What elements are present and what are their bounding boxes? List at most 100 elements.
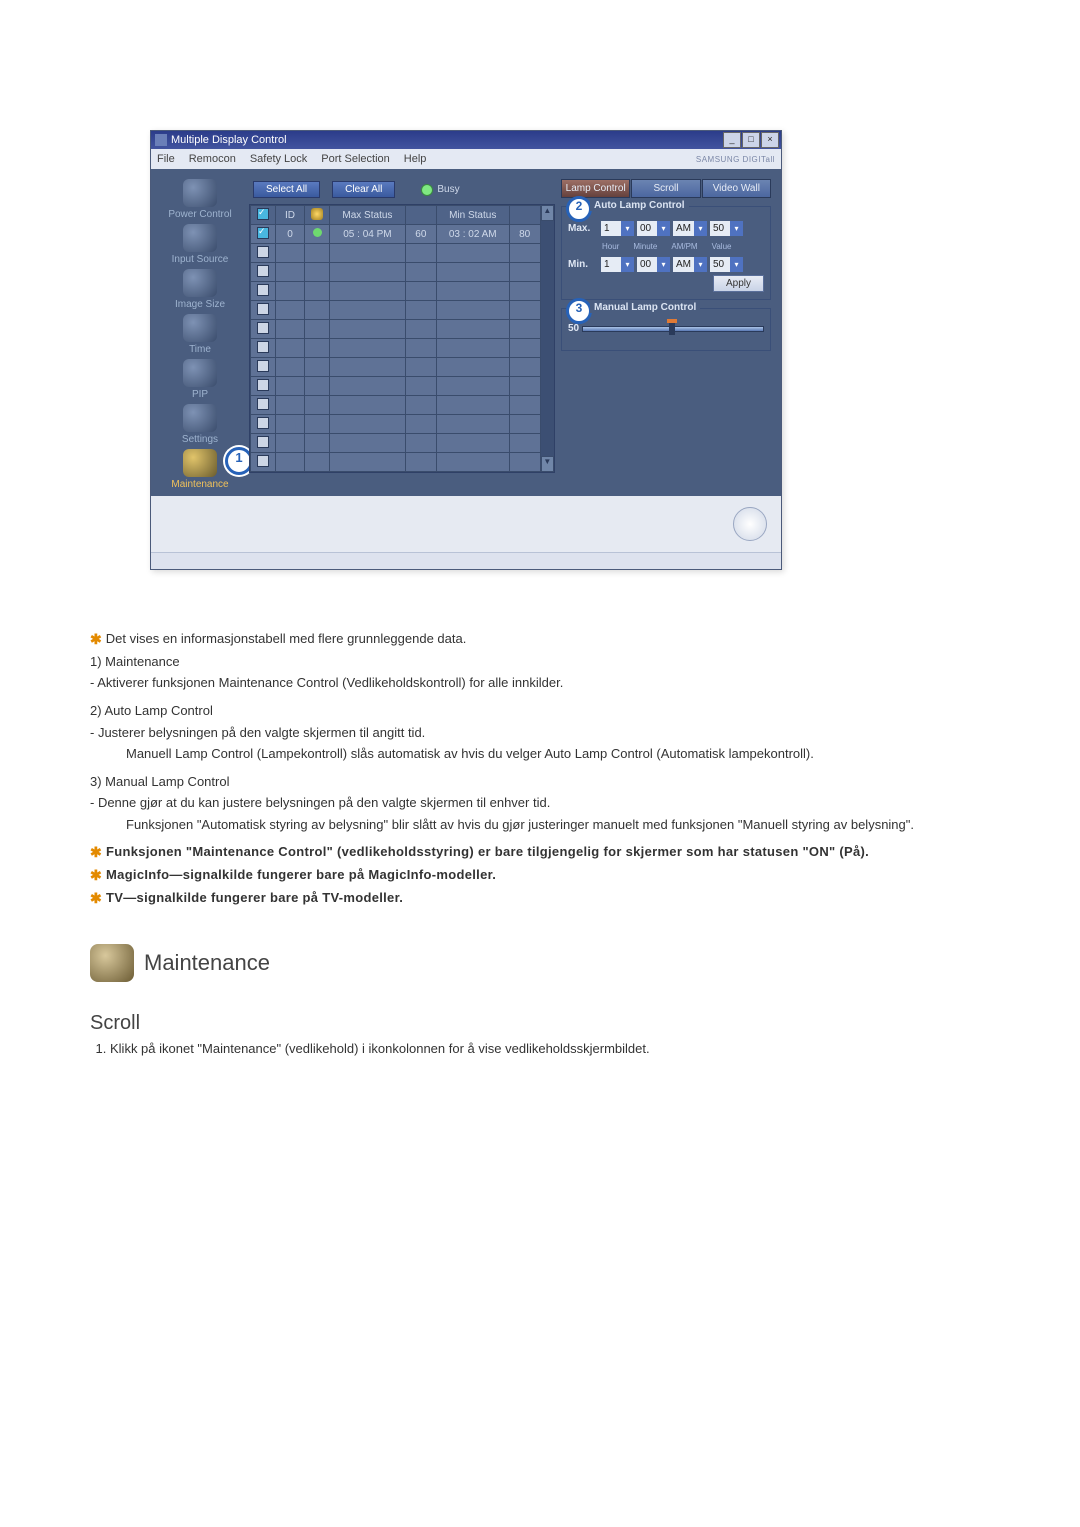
grid-row-empty xyxy=(251,377,541,396)
chevron-down-icon[interactable]: ▾ xyxy=(621,221,634,236)
manual-lamp-fieldset: 3 Manual Lamp Control 50 xyxy=(561,308,771,351)
chevron-down-icon[interactable]: ▾ xyxy=(657,257,670,272)
settings-icon xyxy=(183,404,217,432)
app-icon xyxy=(155,134,167,146)
callout-badge-3: 3 xyxy=(566,298,592,324)
row0-status-icon xyxy=(313,228,322,237)
callout-badge-2: 2 xyxy=(566,196,592,222)
chevron-down-icon[interactable]: ▾ xyxy=(694,221,707,236)
item1-title: 1) Maintenance xyxy=(90,653,990,671)
star-icon: ✱ xyxy=(90,630,102,649)
max-hour-select[interactable]: 1▾ xyxy=(601,221,634,236)
grid-row-empty xyxy=(251,301,541,320)
control-sublabels: HourMinuteAM/PMValue xyxy=(602,242,764,251)
item1-body: - Aktiverer funksjonen Maintenance Contr… xyxy=(90,674,990,692)
window-titlebar: Multiple Display Control _ □ × xyxy=(151,131,781,149)
display-grid: ID Max Status Min Status 0 05 : 04 PM xyxy=(249,204,555,473)
sidebar-item-power-control[interactable]: Power Control xyxy=(157,179,243,220)
input-icon xyxy=(183,224,217,252)
power-icon xyxy=(183,179,217,207)
maintenance-section-icon xyxy=(90,944,134,982)
grid-row-empty xyxy=(251,244,541,263)
item3-body2: Funksjonen "Automatisk styring av belysn… xyxy=(126,816,990,834)
menu-file[interactable]: File xyxy=(157,153,175,165)
grid-select-all-checkbox[interactable] xyxy=(257,208,269,220)
doc-star2: Funksjonen "Maintenance Control" (vedlik… xyxy=(106,843,869,862)
tab-lamp-control[interactable]: Lamp Control xyxy=(561,179,630,198)
row0-checkbox[interactable] xyxy=(257,227,269,239)
maintenance-icon xyxy=(183,449,217,477)
app-window: Multiple Display Control _ □ × File Remo… xyxy=(150,130,782,570)
col-max-value xyxy=(405,206,436,225)
item3-title: 3) Manual Lamp Control xyxy=(90,773,990,791)
sidebar-item-input-source[interactable]: Input Source xyxy=(157,224,243,265)
col-max-status: Max Status xyxy=(330,206,406,225)
min-value-select[interactable]: 50▾ xyxy=(710,257,743,272)
item2-title: 2) Auto Lamp Control xyxy=(90,702,990,720)
window-footer xyxy=(151,496,781,552)
grid-row-empty xyxy=(251,358,541,377)
auto-lamp-max-row: Max. 1▾ 00▾ AM▾ 50▾ xyxy=(568,221,764,236)
grid-row-empty xyxy=(251,396,541,415)
item3-body1: - Denne gjør at du kan justere belysning… xyxy=(90,794,990,812)
col-status-icon xyxy=(311,208,323,220)
tab-video-wall[interactable]: Video Wall xyxy=(702,179,771,198)
grid-row-empty xyxy=(251,339,541,358)
window-title: Multiple Display Control xyxy=(171,134,287,146)
min-hour-select[interactable]: 1▾ xyxy=(601,257,634,272)
window-minimize-button[interactable]: _ xyxy=(723,132,741,148)
sidebar-item-image-size[interactable]: Image Size xyxy=(157,269,243,310)
grid-scrollbar[interactable]: ▲ ▼ xyxy=(541,205,554,472)
manual-lamp-slider-row: 50 xyxy=(568,323,764,334)
chevron-down-icon[interactable]: ▾ xyxy=(730,257,743,272)
auto-lamp-apply-button[interactable]: Apply xyxy=(713,275,764,292)
clear-all-button[interactable]: Clear All xyxy=(332,181,395,198)
min-minute-select[interactable]: 00▾ xyxy=(637,257,670,272)
doc-star3: MagicInfo—signalkilde fungerer bare på M… xyxy=(106,866,496,885)
col-min-status: Min Status xyxy=(436,206,509,225)
chevron-down-icon[interactable]: ▾ xyxy=(621,257,634,272)
item2-body2: Manuell Lamp Control (Lampekontroll) slå… xyxy=(126,745,990,763)
scroll-up-button[interactable]: ▲ xyxy=(541,205,554,221)
menu-help[interactable]: Help xyxy=(404,153,427,165)
auto-lamp-fieldset: 2 Auto Lamp Control Max. 1▾ 00▾ AM▾ 50▾ … xyxy=(561,206,771,300)
manual-lamp-value: 50 xyxy=(568,323,579,334)
chevron-down-icon[interactable]: ▾ xyxy=(694,257,707,272)
max-ampm-select[interactable]: AM▾ xyxy=(673,221,707,236)
menu-remocon[interactable]: Remocon xyxy=(189,153,236,165)
item2-body1: - Justerer belysningen på den valgte skj… xyxy=(90,724,990,742)
menu-safety-lock[interactable]: Safety Lock xyxy=(250,153,307,165)
col-id: ID xyxy=(276,206,305,225)
max-minute-select[interactable]: 00▾ xyxy=(637,221,670,236)
busy-dot-icon xyxy=(421,184,433,196)
window-close-button[interactable]: × xyxy=(761,132,779,148)
status-bar xyxy=(151,552,781,569)
section-heading: Maintenance xyxy=(90,944,990,982)
chevron-down-icon[interactable]: ▾ xyxy=(657,221,670,236)
config-panel: Lamp Control Scroll Video Wall 2 Auto La… xyxy=(561,179,771,490)
grid-row-empty xyxy=(251,263,541,282)
max-value-select[interactable]: 50▾ xyxy=(710,221,743,236)
sidebar-item-settings[interactable]: Settings xyxy=(157,404,243,445)
menu-port-selection[interactable]: Port Selection xyxy=(321,153,389,165)
sidebar-item-time[interactable]: Time xyxy=(157,314,243,355)
tab-scroll[interactable]: Scroll xyxy=(631,179,700,198)
sidebar-item-pip[interactable]: PIP xyxy=(157,359,243,400)
grid-row-0[interactable]: 0 05 : 04 PM 60 03 : 02 AM 80 xyxy=(251,225,541,244)
image-size-icon xyxy=(183,269,217,297)
scroll-down-button[interactable]: ▼ xyxy=(541,456,554,472)
grid-row-empty xyxy=(251,282,541,301)
subsection-heading: Scroll xyxy=(90,1012,990,1035)
sidebar-item-maintenance[interactable]: Maintenance 1 xyxy=(157,449,243,490)
window-maximize-button[interactable]: □ xyxy=(742,132,760,148)
star-icon: ✱ xyxy=(90,843,102,862)
min-ampm-select[interactable]: AM▾ xyxy=(673,257,707,272)
chevron-down-icon[interactable]: ▾ xyxy=(730,221,743,236)
select-all-button[interactable]: Select All xyxy=(253,181,320,198)
slider-thumb[interactable] xyxy=(669,323,675,335)
info-icon[interactable] xyxy=(733,507,767,541)
star-icon: ✱ xyxy=(90,889,102,908)
busy-indicator: Busy xyxy=(421,184,459,196)
manual-lamp-slider[interactable] xyxy=(582,326,764,332)
menu-bar: File Remocon Safety Lock Port Selection … xyxy=(151,149,781,169)
